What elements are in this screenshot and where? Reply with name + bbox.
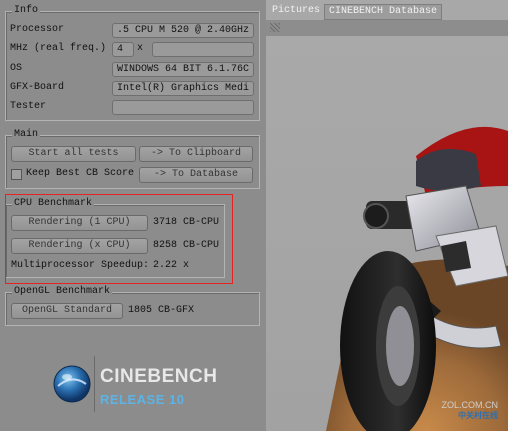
keep-best-checkbox[interactable] xyxy=(11,169,22,180)
gfx-field: Intel(R) Graphics Medi xyxy=(112,81,254,96)
watermark-brand: 中关村在线 xyxy=(458,411,498,420)
tab-pictures[interactable]: Pictures xyxy=(268,4,324,18)
mhz-label: MHz (real freq.) xyxy=(10,43,107,54)
start-all-tests-button[interactable]: Start all tests xyxy=(11,146,136,162)
processor-label: Processor xyxy=(10,24,65,35)
to-database-button[interactable]: -> To Database xyxy=(139,167,253,183)
cinebench-logo: CINEBENCH RELEASE 10 xyxy=(50,352,220,416)
mhz-field xyxy=(152,42,254,57)
tab-cinebench-database[interactable]: CINEBENCH Database xyxy=(324,4,443,20)
picture-toolbar xyxy=(266,20,508,37)
watermark-site: ZOL.COM.CN xyxy=(441,400,498,410)
opengl-standard-button[interactable]: OpenGL Standard xyxy=(11,303,123,319)
logo-divider xyxy=(94,356,95,412)
logo-release: RELEASE 10 xyxy=(100,392,185,407)
motorcycle-render-image xyxy=(266,36,508,431)
main-group: Main Start all tests -> To Clipboard Kee… xyxy=(5,129,260,189)
opengl-benchmark-title: OpenGL Benchmark xyxy=(12,286,113,297)
opengl-score: 1805 CB-GFX xyxy=(128,305,195,316)
logo-title: CINEBENCH xyxy=(100,366,218,387)
processor-field: .5 CPU M 520 @ 2.40GHz xyxy=(112,23,254,38)
left-panel: Info Processor .5 CPU M 520 @ 2.40GHz MH… xyxy=(0,0,266,431)
pictures-panel: Pictures CINEBENCH Database ZOL.COM.CN 中… xyxy=(266,0,508,431)
tester-field[interactable] xyxy=(112,100,254,115)
keep-best-label: Keep Best CB Score xyxy=(26,168,135,179)
os-label: OS xyxy=(10,63,23,74)
highlight-box xyxy=(5,194,233,284)
os-field: WINDOWS 64 BIT 6.1.76C xyxy=(112,62,254,77)
to-clipboard-button[interactable]: -> To Clipboard xyxy=(139,146,253,162)
grip-handle[interactable] xyxy=(270,23,280,32)
cinema4d-sphere-icon xyxy=(53,365,91,403)
info-title: Info xyxy=(12,5,41,16)
watermark: ZOL.COM.CN 中关村在线 xyxy=(441,400,498,421)
info-group: Info Processor .5 CPU M 520 @ 2.40GHz MH… xyxy=(5,5,260,121)
tester-label: Tester xyxy=(10,101,47,112)
multiplier-label: x xyxy=(137,43,144,54)
main-title: Main xyxy=(12,129,41,140)
gfx-label: GFX-Board xyxy=(10,82,65,93)
opengl-benchmark-group: OpenGL Benchmark OpenGL Standard 1805 CB… xyxy=(5,286,260,326)
cores-field: 4 xyxy=(112,42,134,57)
